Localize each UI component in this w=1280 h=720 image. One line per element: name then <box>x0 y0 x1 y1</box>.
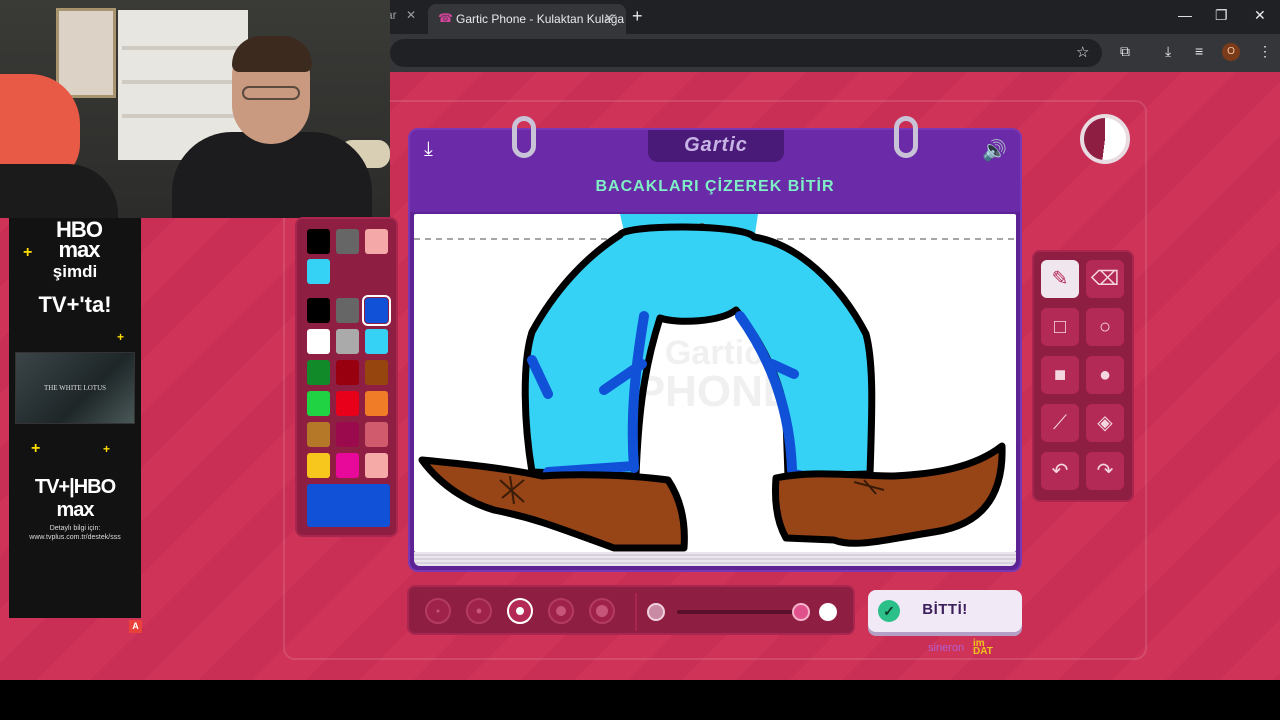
color-swatch[interactable] <box>365 329 388 354</box>
ad-bundle-logo: TV+|HBO max <box>34 476 116 521</box>
gartic-logo-tab: Gartic <box>648 130 784 162</box>
rect-fill-icon[interactable]: ■ <box>1041 356 1079 394</box>
color-swatch[interactable] <box>365 360 388 385</box>
color-swatch[interactable] <box>336 298 359 323</box>
sound-icon[interactable]: 🔊 <box>982 138 1007 163</box>
streamer-right <box>172 36 372 218</box>
download-icon[interactable]: ⤓ <box>1165 43 1171 60</box>
streamer-left <box>0 64 120 218</box>
minimize-icon[interactable]: — <box>1178 7 1192 23</box>
color-swatch[interactable] <box>307 391 330 416</box>
color-swatch[interactable] <box>307 329 330 354</box>
bottom-black-bar <box>0 680 1280 720</box>
brush-size-button[interactable] <box>466 598 492 624</box>
brush-size-button[interactable] <box>548 598 574 624</box>
webcam-overlay <box>0 0 390 218</box>
plus-icon: + <box>23 244 33 261</box>
color-swatch[interactable] <box>336 391 359 416</box>
left-shoe <box>418 456 688 552</box>
timer-pie <box>1080 114 1130 164</box>
eraser-icon[interactable]: ⌫ <box>1086 260 1124 298</box>
binder-ring <box>894 116 918 158</box>
brush-size-button[interactable] <box>507 598 533 624</box>
opacity-slider[interactable] <box>677 610 801 614</box>
opacity-slider-thumb[interactable] <box>792 603 810 621</box>
divider <box>635 593 637 631</box>
rect-outline-icon[interactable]: □ <box>1041 308 1079 346</box>
brush-size-button[interactable] <box>425 598 451 624</box>
current-color-preview[interactable] <box>307 484 390 527</box>
color-swatch[interactable] <box>365 391 388 416</box>
menu-kebab-icon[interactable]: ⋮ <box>1258 43 1272 60</box>
tab-title: Gartic Phone - Kulaktan Kulağa <box>456 12 625 26</box>
ad-banner[interactable]: + HBO max şimdi TV+'ta! + THE WHITE LOTU… <box>9 218 141 618</box>
media-controls-icon[interactable]: ≡ <box>1195 43 1203 59</box>
download-drawing-icon[interactable]: ⤓ <box>424 138 433 161</box>
drawing-card: Gartic BACAKLARI ÇİZEREK BİTİR ⤓ 🔊 Garti… <box>408 116 1022 572</box>
credit-name[interactable]: sineron <box>928 642 964 654</box>
tool-panel: ✎ ⌫ □ ○ ■ ● ⟋ ◈ ↶ ↷ <box>1032 250 1134 502</box>
ad-hbo-logo: HBO max <box>56 217 103 262</box>
phone-icon: ☎ <box>438 11 453 25</box>
card-header: Gartic BACAKLARI ÇİZEREK BİTİR <box>410 130 1020 212</box>
restore-icon[interactable]: ❐ <box>1215 7 1228 24</box>
previous-tab[interactable]: ar ✕ <box>386 8 426 28</box>
ad-simdi: şimdi <box>52 262 98 281</box>
plus-icon: + <box>103 442 111 456</box>
color-swatch[interactable] <box>307 422 330 447</box>
color-swatch[interactable] <box>362 295 391 326</box>
active-tab[interactable]: ☎ Gartic Phone - Kulaktan Kulağa ✕ <box>428 4 626 34</box>
undo-icon[interactable]: ↶ <box>1041 452 1079 490</box>
ad-tv-ta: TV+'ta! <box>38 292 112 317</box>
task-prompt: BACAKLARI ÇİZEREK BİTİR <box>595 178 835 195</box>
address-bar[interactable]: ☆ <box>390 39 1102 67</box>
pen-icon[interactable]: ✎ <box>1041 260 1079 298</box>
ad-info: Detaylı bilgi için: www.tvplus.com.tr/de… <box>29 525 121 541</box>
color-swatch[interactable] <box>336 360 359 385</box>
close-icon[interactable]: ✕ <box>604 11 614 25</box>
paper-stack-edge <box>414 552 1016 566</box>
color-palette <box>295 217 398 537</box>
color-swatch[interactable] <box>307 453 330 478</box>
credit-logo: im DAT <box>973 638 993 657</box>
color-swatch[interactable] <box>336 453 359 478</box>
drawing-svg: Gartic PHONE <box>414 214 1016 552</box>
glasses <box>242 86 300 100</box>
binder-ring <box>512 116 536 158</box>
gartic-logo: Gartic <box>684 134 748 156</box>
brush-controls <box>407 585 855 635</box>
plus-icon: + <box>117 330 125 344</box>
line-icon[interactable]: ⟋ <box>1041 404 1079 442</box>
color-swatch[interactable] <box>307 259 330 284</box>
color-swatch[interactable] <box>365 229 388 254</box>
color-swatch[interactable] <box>365 453 388 478</box>
color-swatch[interactable] <box>336 229 359 254</box>
plus-icon: + <box>31 440 41 457</box>
drawing-canvas[interactable]: Gartic PHONE <box>414 214 1016 552</box>
done-button[interactable]: ✓ BİTTİ! <box>868 590 1022 632</box>
color-swatch[interactable] <box>365 422 388 447</box>
screen-capture-icon[interactable]: ⧉ <box>1120 43 1130 60</box>
color-swatch[interactable] <box>307 298 330 323</box>
window-close-icon[interactable]: ✕ <box>1254 7 1266 24</box>
color-swatch[interactable] <box>336 422 359 447</box>
circle-fill-icon[interactable]: ● <box>1086 356 1124 394</box>
circle-outline-icon[interactable]: ○ <box>1086 308 1124 346</box>
color-swatch[interactable] <box>336 329 359 354</box>
ad-poster-caption: THE WHITE LOTUS <box>43 384 107 392</box>
bookmark-star-icon[interactable]: ☆ <box>1076 43 1089 61</box>
close-icon[interactable]: ✕ <box>406 8 416 22</box>
color-swatch[interactable] <box>307 360 330 385</box>
opacity-min-icon <box>647 603 665 621</box>
new-tab-icon[interactable]: + <box>632 6 643 27</box>
profile-avatar[interactable]: O <box>1222 43 1240 61</box>
opacity-max-icon <box>819 603 837 621</box>
redo-icon[interactable]: ↷ <box>1086 452 1124 490</box>
fill-bucket-icon[interactable]: ◈ <box>1086 404 1124 442</box>
color-swatch[interactable] <box>307 229 330 254</box>
screen: ar ✕ ☎ Gartic Phone - Kulaktan Kulağa ✕ … <box>0 0 1280 720</box>
brush-size-button[interactable] <box>589 598 615 624</box>
done-label: BİTTİ! <box>922 601 968 618</box>
adchoices-icon[interactable]: A <box>129 620 142 633</box>
